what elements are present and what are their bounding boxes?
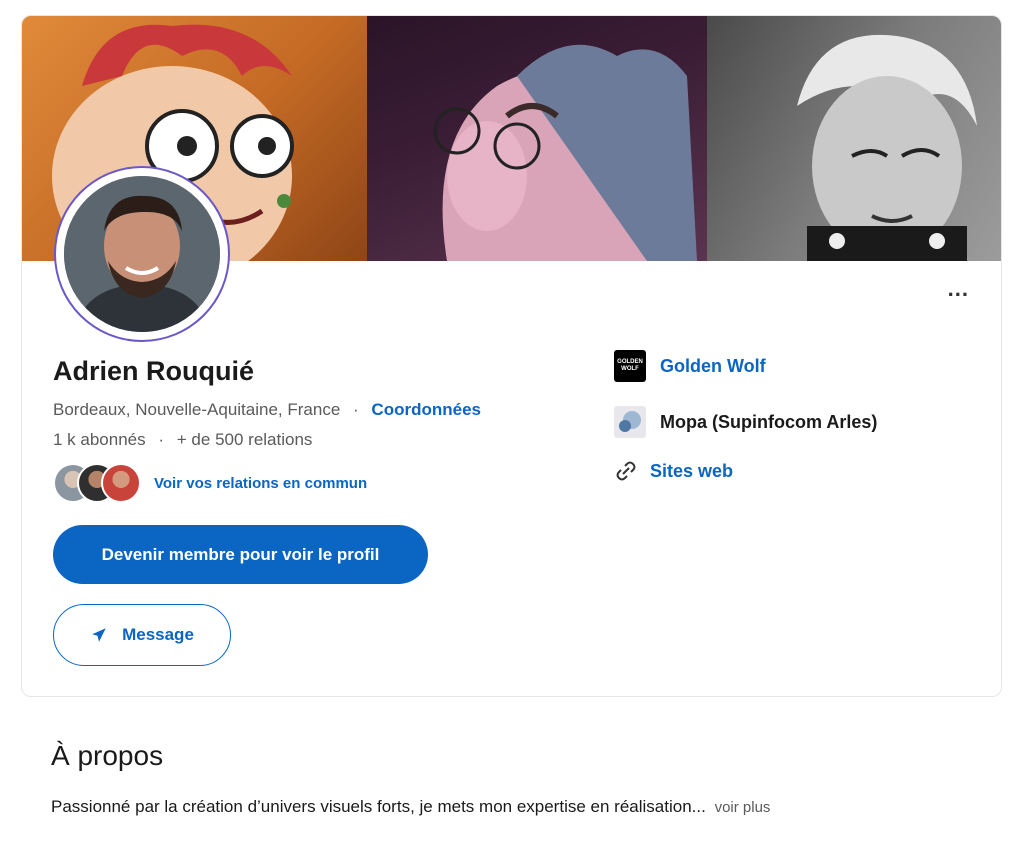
see-more-link[interactable]: voir plus: [715, 799, 771, 816]
mutual-avatar-3: [101, 463, 141, 503]
banner-illustration-3: [797, 34, 977, 261]
profile-name: Adrien Rouquié: [53, 356, 254, 386]
connections-count: + de 500 relations: [176, 430, 313, 449]
school-logo-shape: [619, 411, 641, 432]
about-title: À propos: [51, 740, 164, 771]
school-logo-icon: [614, 406, 646, 438]
mutual-connections-link[interactable]: Voir vos relations en commun: [154, 475, 367, 492]
avatar-photo: [64, 176, 220, 332]
send-icon: [92, 628, 106, 642]
about-text-line: Passionné par la création d’univers visu…: [51, 797, 770, 817]
websites-link[interactable]: Sites web: [650, 461, 733, 482]
profile-stats: 1 k abonnés · + de 500 relations: [53, 430, 312, 450]
profile-card: ... Adrien Rouquié Bordeaux, Nouvelle-Aq…: [21, 15, 1002, 697]
banner-panel-woman: [707, 16, 1001, 261]
company-link[interactable]: Golden Wolf: [660, 356, 766, 377]
contact-info-link[interactable]: Coordonnées: [371, 400, 481, 419]
more-options-button[interactable]: ...: [948, 278, 969, 300]
link-icon: [616, 461, 636, 481]
message-button[interactable]: Message: [53, 604, 231, 666]
experience-company[interactable]: GOLDEN WOLF Golden Wolf: [614, 350, 766, 382]
separator-dot: ·: [158, 430, 165, 449]
message-button-label: Message: [122, 625, 194, 644]
avatar: [56, 168, 228, 340]
about-text: Passionné par la création d’univers visu…: [51, 797, 706, 816]
websites-row[interactable]: Sites web: [614, 459, 733, 483]
education-school[interactable]: Mopa (Supinfocom Arles): [614, 406, 877, 438]
followers-count: 1 k abonnés: [53, 430, 146, 449]
banner-panel-oldman: [367, 16, 707, 261]
join-to-view-button[interactable]: Devenir membre pour voir le profil: [53, 525, 428, 584]
school-name: Mopa (Supinfocom Arles): [660, 411, 878, 432]
separator-dot: ·: [353, 400, 359, 419]
banner-illustration-2: [433, 44, 697, 261]
person-photo-icon: [64, 176, 220, 332]
golden-wolf-logo-icon: GOLDEN WOLF: [614, 350, 646, 382]
profile-location-line: Bordeaux, Nouvelle-Aquitaine, France · C…: [53, 400, 481, 420]
profile-location: Bordeaux, Nouvelle-Aquitaine, France: [53, 400, 341, 419]
